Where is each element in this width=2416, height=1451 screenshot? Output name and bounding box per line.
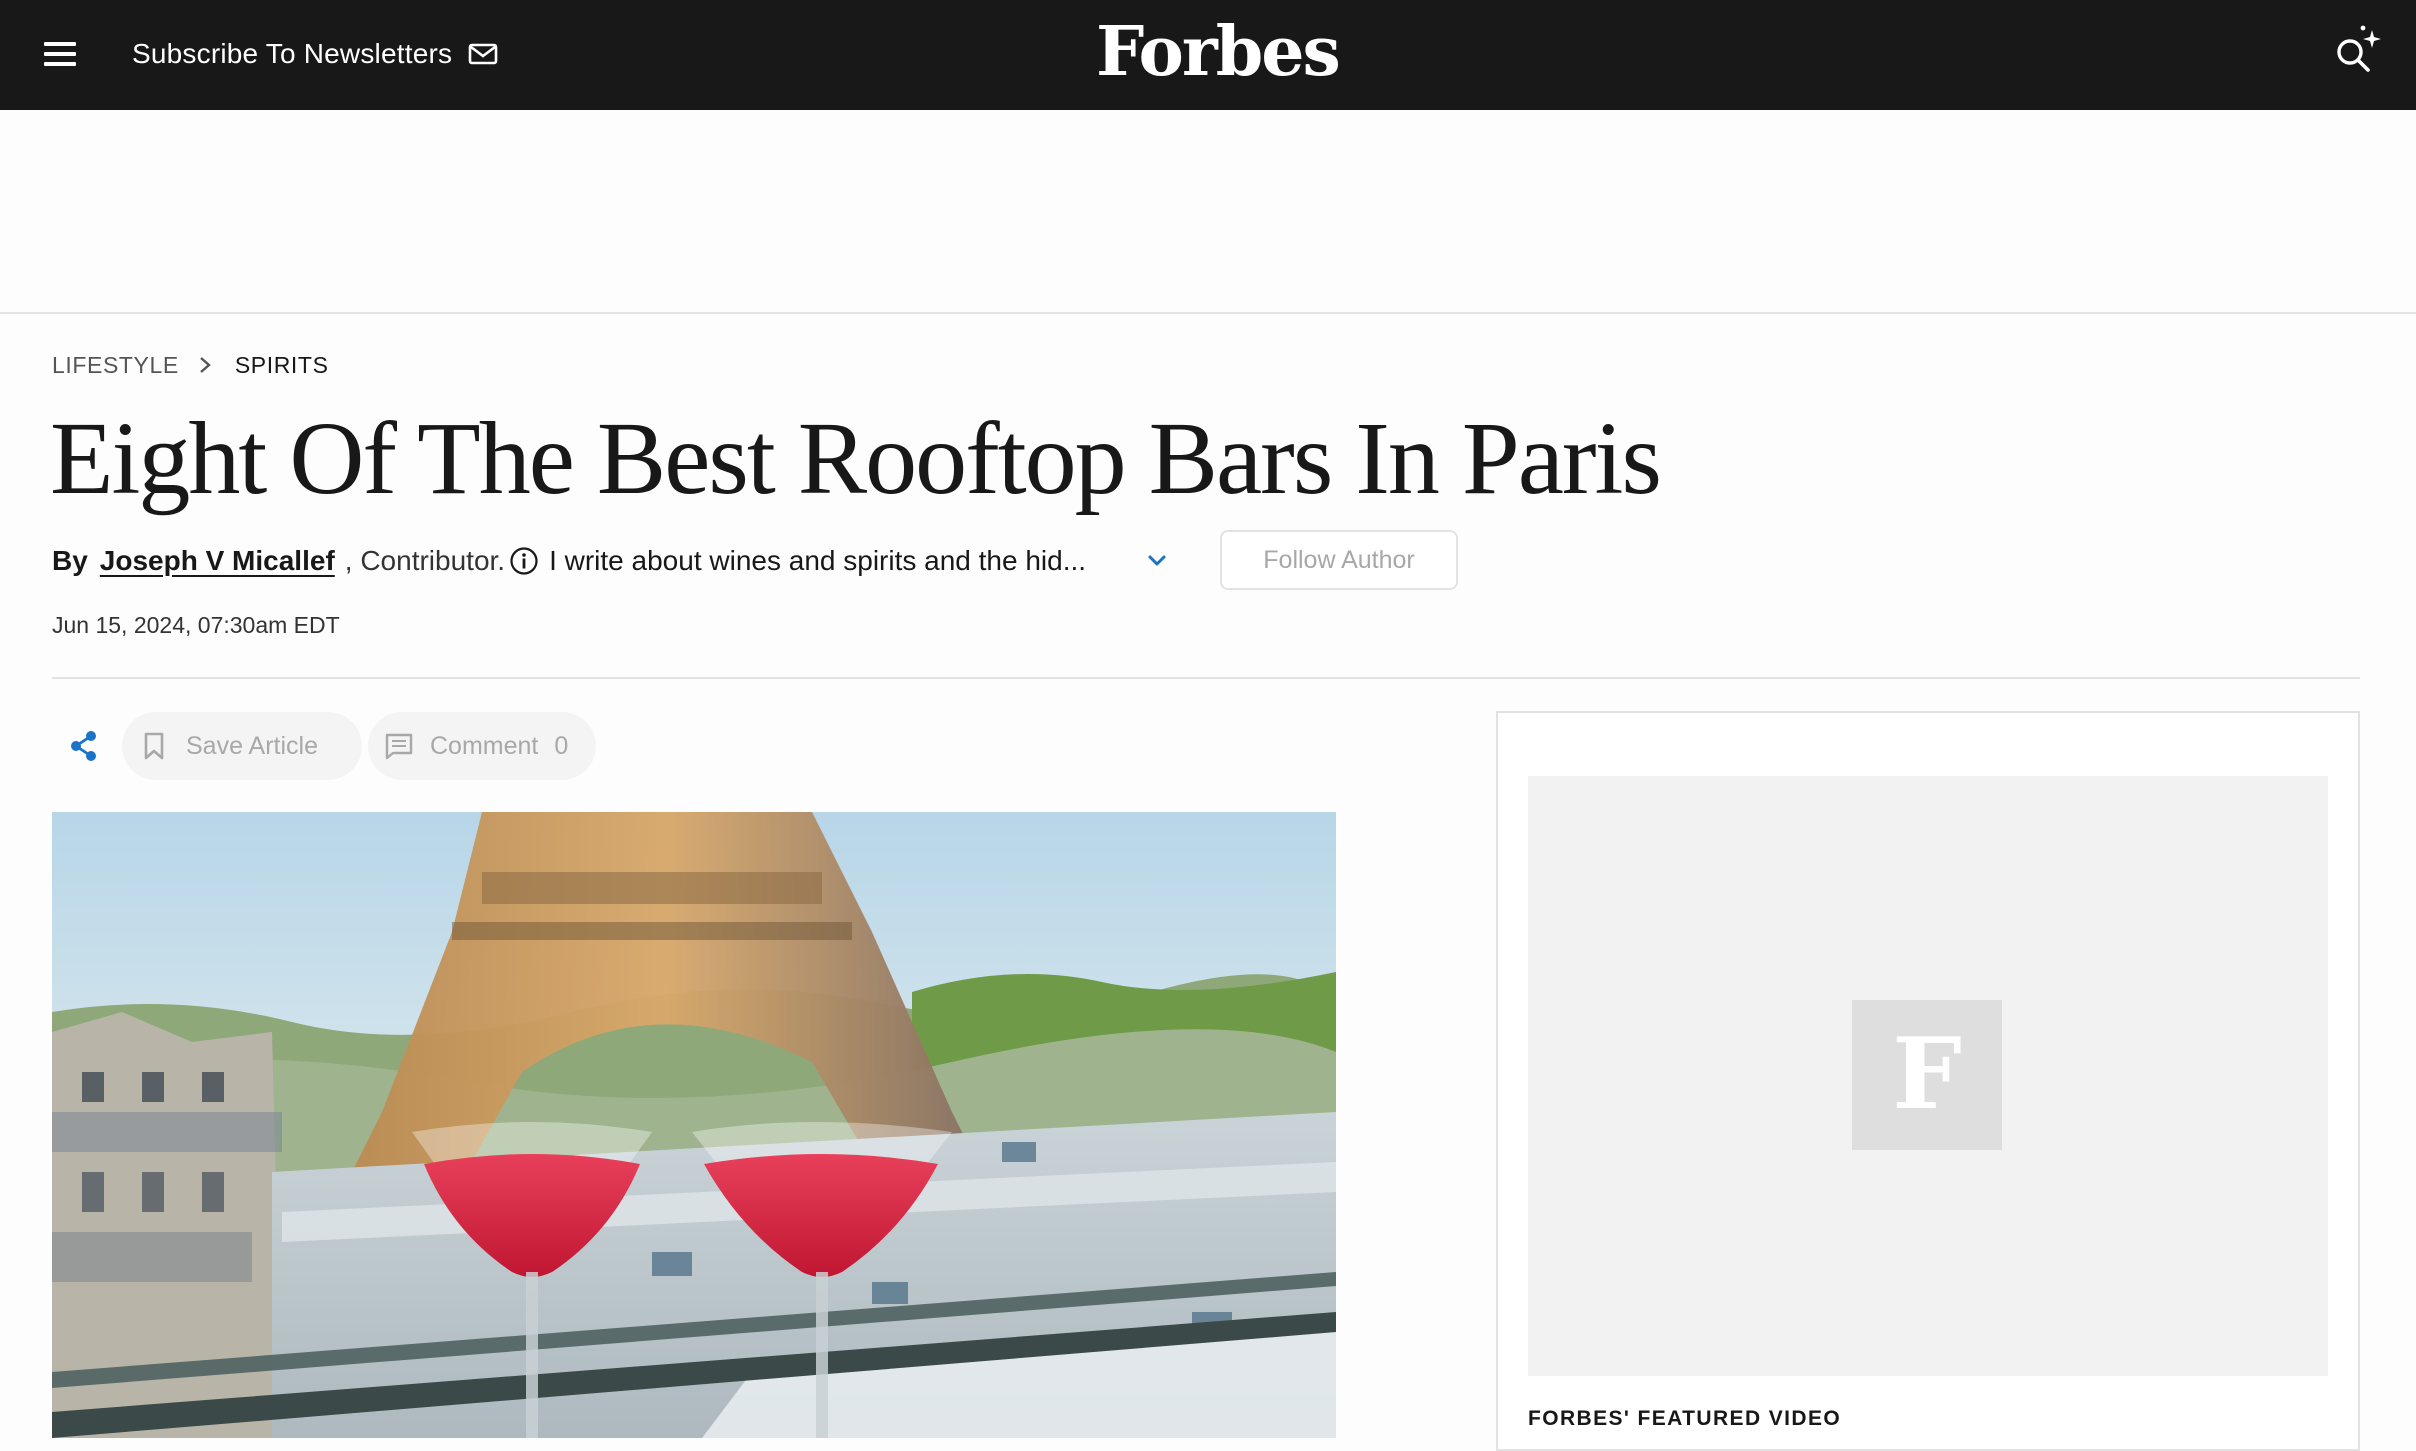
publish-date: Jun 15, 2024, 07:30am EDT — [52, 612, 340, 638]
subscribe-label: Subscribe To Newsletters — [132, 38, 453, 69]
hamburger-menu-icon[interactable] — [42, 38, 78, 72]
forbes-logo[interactable]: Forbes — [1096, 12, 1341, 92]
forbes-f-logo: F — [1852, 1000, 2002, 1150]
chevron-right-icon — [200, 357, 211, 373]
byline: By Joseph V Micallef , Contributor. I wr… — [52, 540, 1109, 582]
search-sparkle-icon[interactable] — [2326, 20, 2386, 80]
comment-icon — [385, 733, 413, 760]
author-link[interactable]: Joseph V Micallef — [100, 545, 335, 577]
bookmark-icon — [144, 732, 164, 760]
featured-video-title: FORBES' FEATURED VIDEO — [1528, 1407, 1842, 1430]
breadcrumb-spirits[interactable]: SPIRITS — [235, 352, 329, 379]
info-icon[interactable] — [509, 546, 539, 576]
comment-label: Comment — [430, 731, 539, 760]
author-role: , Contributor. — [344, 545, 506, 576]
comment-count: 0 — [554, 731, 569, 760]
divider — [52, 677, 2360, 679]
ad-placeholder — [0, 110, 2416, 314]
share-icon[interactable] — [66, 728, 102, 764]
save-article-button[interactable]: Save Article — [122, 712, 362, 780]
save-article-label: Save Article — [186, 731, 319, 760]
featured-video-card: F FORBES' FEATURED VIDEO — [1496, 711, 2360, 1451]
follow-author-button[interactable]: Follow Author — [1220, 530, 1458, 590]
author-bio: I write about wines and spirits and the … — [549, 545, 1087, 576]
mail-icon — [468, 43, 498, 65]
top-nav-bar: Subscribe To Newsletters Forbes — [0, 0, 2416, 110]
comment-button[interactable]: Comment 0 — [368, 712, 596, 780]
breadcrumb: LIFESTYLE SPIRITS — [52, 348, 329, 382]
hero-image — [52, 812, 1336, 1438]
article-headline: Eight Of The Best Rooftop Bars In Paris — [50, 401, 1662, 516]
by-label: By — [52, 545, 88, 576]
chevron-down-icon[interactable] — [1142, 548, 1172, 574]
breadcrumb-lifestyle[interactable]: LIFESTYLE — [52, 352, 179, 379]
video-player[interactable]: F — [1528, 776, 2328, 1376]
subscribe-newsletters-link[interactable]: Subscribe To Newsletters — [132, 34, 498, 74]
